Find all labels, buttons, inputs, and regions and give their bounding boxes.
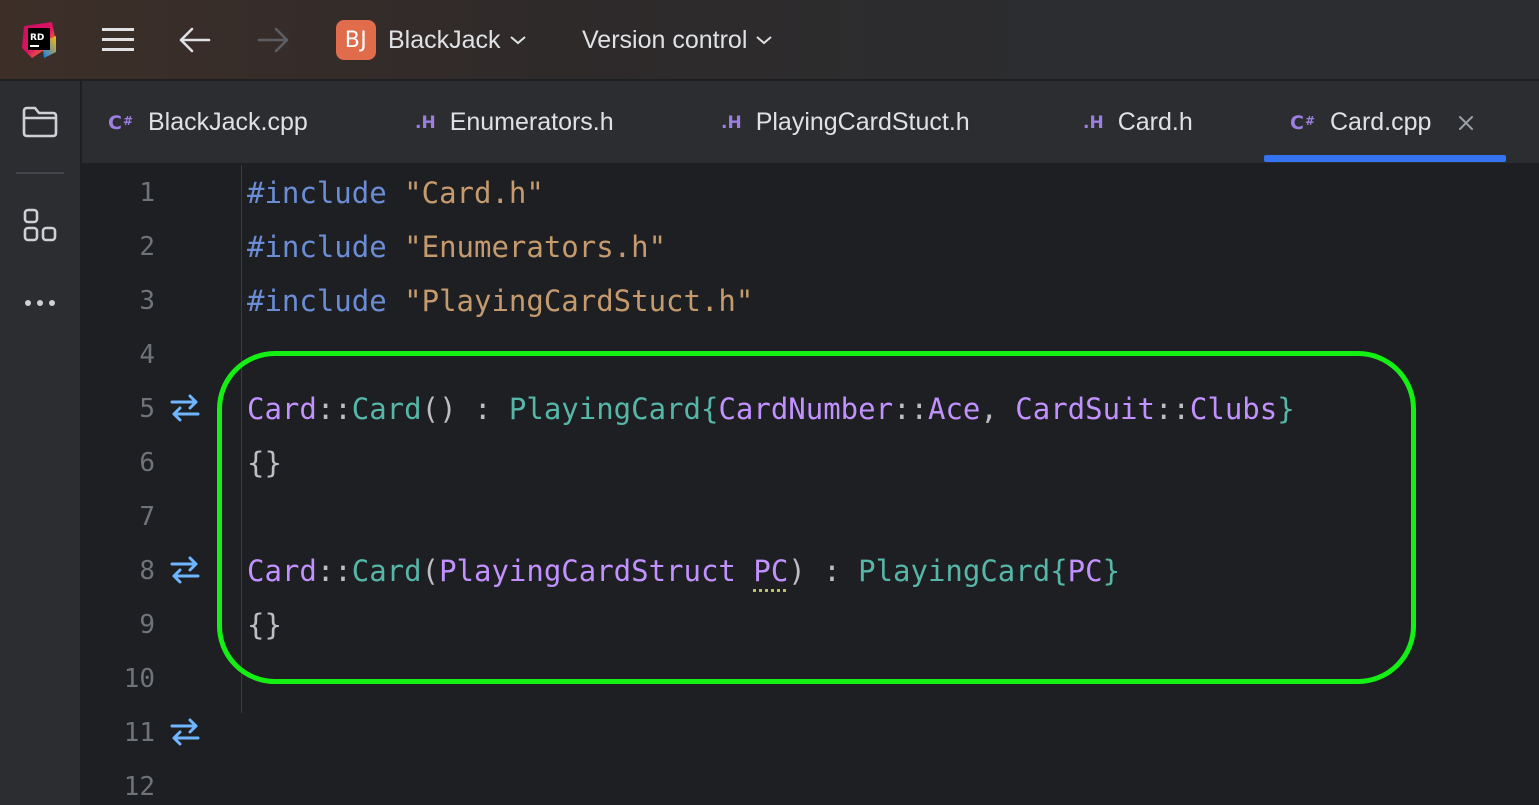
code-class: CardNumber [718, 392, 893, 426]
header-file-icon: .H [721, 113, 742, 133]
code-function: Card [352, 392, 422, 426]
code-punct: ( [422, 554, 439, 588]
close-icon[interactable] [1457, 114, 1475, 132]
more-icon[interactable] [0, 295, 80, 311]
line-number: 6 [85, 436, 155, 490]
version-control-selector[interactable]: Version control [582, 0, 773, 80]
code-punct: :: [893, 392, 928, 426]
code-punct: :: [317, 392, 352, 426]
gutter-separator [241, 165, 242, 713]
version-control-label: Version control [582, 26, 747, 55]
tab-blackjack-cpp[interactable]: C # BlackJack.cpp [108, 81, 308, 164]
code-function: PlayingCard [858, 554, 1050, 588]
project-badge: BJ [336, 20, 376, 60]
code-line-6[interactable]: {} [247, 436, 282, 490]
line-number: 9 [85, 598, 155, 652]
tab-card-h[interactable]: .H Card.h [1083, 81, 1193, 164]
cpp-file-icon: C # [108, 111, 138, 135]
line-number: 1 [85, 166, 155, 220]
code-class: Ace [928, 392, 980, 426]
code-line-8[interactable]: Card::Card(PlayingCardStruct PC) : Playi… [247, 544, 1120, 598]
line-number: 5 [85, 382, 155, 436]
navigate-declaration-icon[interactable] [168, 391, 202, 425]
code-class: CardSuit [1015, 392, 1155, 426]
code-class: PlayingCardStruct [439, 554, 736, 588]
main-menu-icon[interactable] [100, 0, 136, 80]
code-line-9[interactable]: {} [247, 598, 282, 652]
code-punct: () : [422, 392, 509, 426]
project-name: BlackJack [388, 26, 501, 55]
code-class: Card [247, 392, 317, 426]
code-class: PC [1068, 554, 1103, 588]
code-string: "PlayingCardStuct.h" [404, 284, 753, 318]
code-line-3[interactable]: #include "PlayingCardStuct.h" [247, 274, 753, 328]
rider-logo-icon[interactable]: RD [22, 0, 56, 80]
chevron-down-icon [509, 34, 527, 46]
logo-text: RD [30, 33, 44, 43]
code-keyword: #include [247, 284, 387, 318]
active-tab-indicator [1264, 155, 1506, 162]
svg-text:#: # [1305, 114, 1315, 128]
header-file-icon: .H [415, 113, 436, 133]
line-number: 11 [85, 706, 155, 760]
navigate-declaration-icon[interactable] [168, 715, 202, 749]
structure-icon[interactable] [0, 207, 80, 243]
code-braces: {} [247, 446, 282, 480]
code-function: PlayingCard [509, 392, 701, 426]
code-string: "Card.h" [404, 176, 544, 210]
strip-divider [16, 172, 64, 174]
tab-label: BlackJack.cpp [148, 108, 308, 137]
code-class: Clubs [1190, 392, 1277, 426]
code-punct: :: [1155, 392, 1190, 426]
code-line-5[interactable]: Card::Card() : PlayingCard{CardNumber::A… [247, 382, 1295, 436]
code-space [736, 554, 753, 588]
code-punct: ) : [788, 554, 858, 588]
tab-label: PlayingCardStuct.h [756, 108, 970, 137]
code-string: "Enumerators.h" [404, 230, 666, 264]
tab-label: Enumerators.h [450, 108, 614, 137]
code-brace: { [1050, 554, 1067, 588]
folder-icon[interactable] [0, 105, 80, 139]
code-parameter: PC [753, 554, 788, 588]
line-number: 2 [85, 220, 155, 274]
code-function: Card [352, 554, 422, 588]
code-line-2[interactable]: #include "Enumerators.h" [247, 220, 666, 274]
code-punct: :: [317, 554, 352, 588]
navigate-declaration-icon[interactable] [168, 553, 202, 587]
line-number: 7 [85, 490, 155, 544]
tab-playingcardstuct-h[interactable]: .H PlayingCardStuct.h [721, 81, 970, 164]
chevron-down-icon [755, 34, 773, 46]
editor-tab-bar: C # BlackJack.cpp .H Enumerators.h .H Pl… [82, 81, 1539, 164]
svg-text:C: C [108, 112, 122, 134]
tab-label: Card.cpp [1330, 108, 1431, 137]
code-keyword: #include [247, 230, 387, 264]
tab-label: Card.h [1118, 108, 1193, 137]
code-brace: } [1103, 554, 1120, 588]
svg-text:#: # [123, 114, 133, 128]
tool-window-strip [0, 81, 81, 805]
tab-enumerators-h[interactable]: .H Enumerators.h [415, 81, 614, 164]
title-bar: RD BJ BlackJack Version control [0, 0, 1539, 80]
code-brace: { [701, 392, 718, 426]
code-keyword: #include [247, 176, 387, 210]
code-braces: {} [247, 608, 282, 642]
line-number: 4 [85, 328, 155, 382]
forward-arrow-icon[interactable] [256, 0, 292, 80]
line-number: 8 [85, 544, 155, 598]
project-selector[interactable]: BJ BlackJack [336, 0, 527, 80]
line-number: 3 [85, 274, 155, 328]
header-file-icon: .H [1083, 113, 1104, 133]
code-brace: } [1277, 392, 1294, 426]
code-line-1[interactable]: #include "Card.h" [247, 166, 544, 220]
back-arrow-icon[interactable] [176, 0, 212, 80]
line-number: 10 [85, 652, 155, 706]
tab-card-cpp[interactable]: C # Card.cpp [1290, 81, 1475, 164]
cpp-file-icon: C # [1290, 111, 1320, 135]
line-number: 12 [85, 760, 155, 805]
code-class: Card [247, 554, 317, 588]
svg-text:C: C [1290, 112, 1304, 134]
code-punct: , [980, 392, 1015, 426]
